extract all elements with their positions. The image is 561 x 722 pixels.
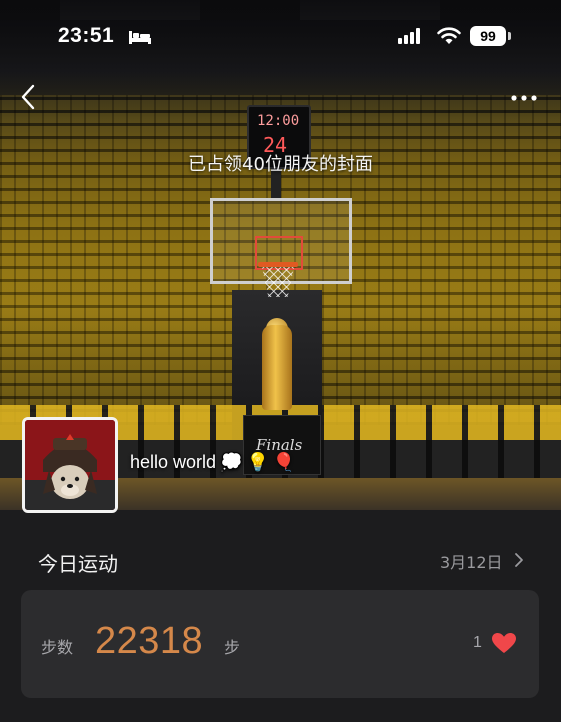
steps-unit: 步	[224, 638, 241, 657]
today-title: 今日运动	[38, 552, 118, 576]
bed-icon	[129, 31, 151, 44]
wifi-icon	[437, 27, 461, 44]
light-bulb-icon: 💡	[246, 452, 269, 472]
today-header: 今日运动 3月12日	[0, 540, 561, 582]
chevron-left-icon[interactable]	[16, 82, 40, 112]
steps-value: 22318	[95, 620, 204, 662]
status-bar: 23:51 99	[0, 18, 561, 58]
steps-label: 步数	[41, 638, 74, 657]
avatar[interactable]	[22, 417, 118, 513]
more-dots-icon[interactable]	[506, 88, 542, 108]
today-date[interactable]: 3月12日	[440, 549, 503, 573]
chevron-right-icon[interactable]	[514, 552, 524, 568]
battery-icon: 99	[470, 26, 506, 46]
battery-tip	[508, 32, 511, 40]
cover-occupy-text: 已占领40位朋友的封面	[188, 154, 373, 175]
avatar-image	[25, 420, 115, 510]
thought-bubble-icon: 💭	[220, 452, 243, 472]
heart-icon[interactable]	[491, 632, 517, 654]
steps-card[interactable]: 步数 22318 步 1	[21, 590, 539, 698]
signal-icon	[398, 28, 420, 44]
profile-status: hello world 💭 💡 🎈	[130, 452, 295, 473]
rim	[258, 262, 298, 267]
like-count: 1	[473, 634, 482, 651]
status-time: 23:51	[58, 24, 115, 47]
balloon-icon: 🎈	[272, 452, 296, 472]
profile-status-text: hello world	[130, 452, 217, 472]
trophy	[262, 325, 292, 410]
